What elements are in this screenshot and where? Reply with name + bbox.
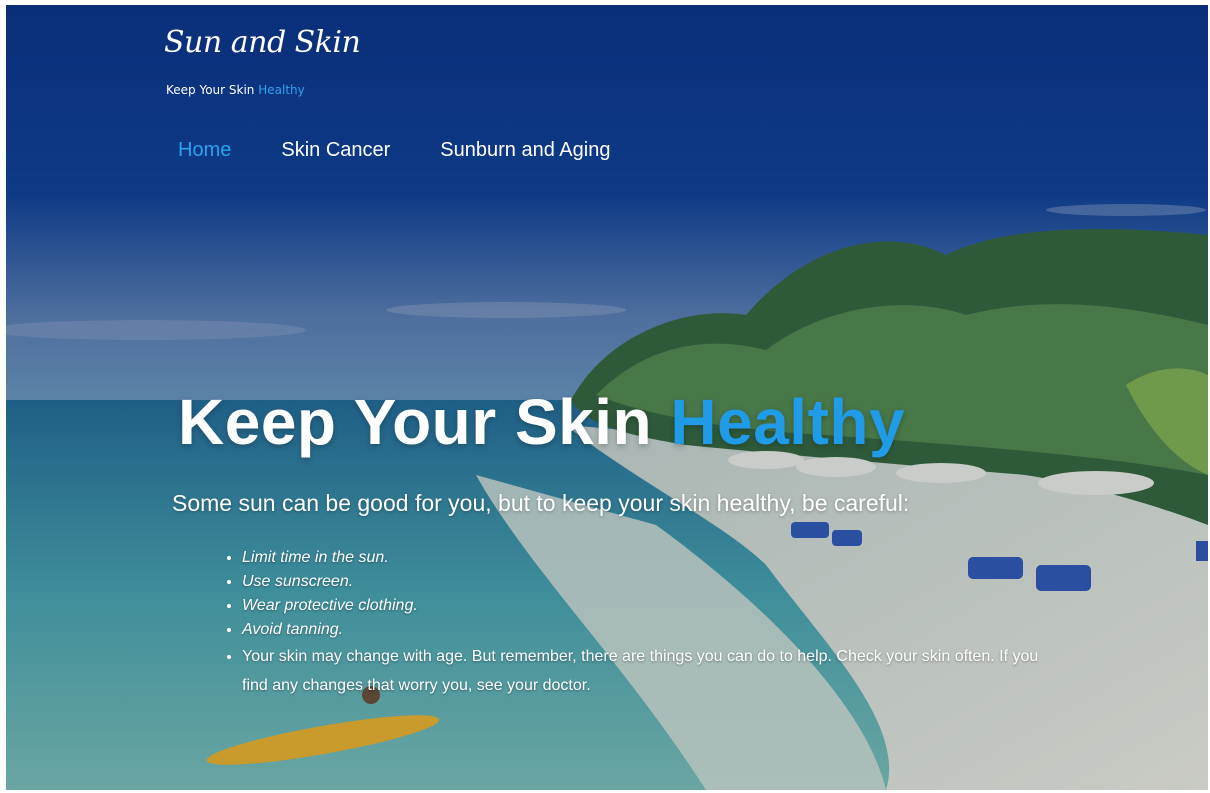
nav-item-sunburn-and-aging[interactable]: Sunburn and Aging bbox=[440, 139, 610, 162]
list-item: Your skin may change with age. But remem… bbox=[242, 642, 1062, 700]
hero-title-accent: Healthy bbox=[670, 386, 906, 458]
hero-title-main: Keep Your Skin bbox=[178, 386, 671, 458]
tagline-main: Keep Your Skin bbox=[166, 83, 259, 97]
list-item: Limit time in the sun. bbox=[242, 546, 1062, 570]
list-item: Wear protective clothing. bbox=[242, 594, 1062, 618]
hero-subtitle: Some sun can be good for you, but to kee… bbox=[172, 490, 910, 516]
tips-list: Limit time in the sun. Use sunscreen. We… bbox=[222, 546, 1062, 700]
site-logo[interactable]: Sun and Skin bbox=[164, 25, 361, 60]
list-item: Use sunscreen. bbox=[242, 570, 1062, 594]
list-item: Avoid tanning. bbox=[242, 618, 1062, 642]
site-tagline: Keep Your Skin Healthy bbox=[166, 83, 305, 97]
tagline-accent: Healthy bbox=[258, 83, 305, 97]
page-frame: Sun and Skin Keep Your Skin Healthy Home… bbox=[6, 5, 1208, 790]
site-header: Sun and Skin Keep Your Skin Healthy Home… bbox=[6, 5, 1208, 215]
nav-item-home[interactable]: Home bbox=[178, 139, 231, 162]
hero-title: Keep Your Skin Healthy bbox=[178, 385, 905, 459]
nav-item-skin-cancer[interactable]: Skin Cancer bbox=[281, 139, 390, 162]
main-nav: Home Skin Cancer Sunburn and Aging bbox=[178, 139, 660, 162]
